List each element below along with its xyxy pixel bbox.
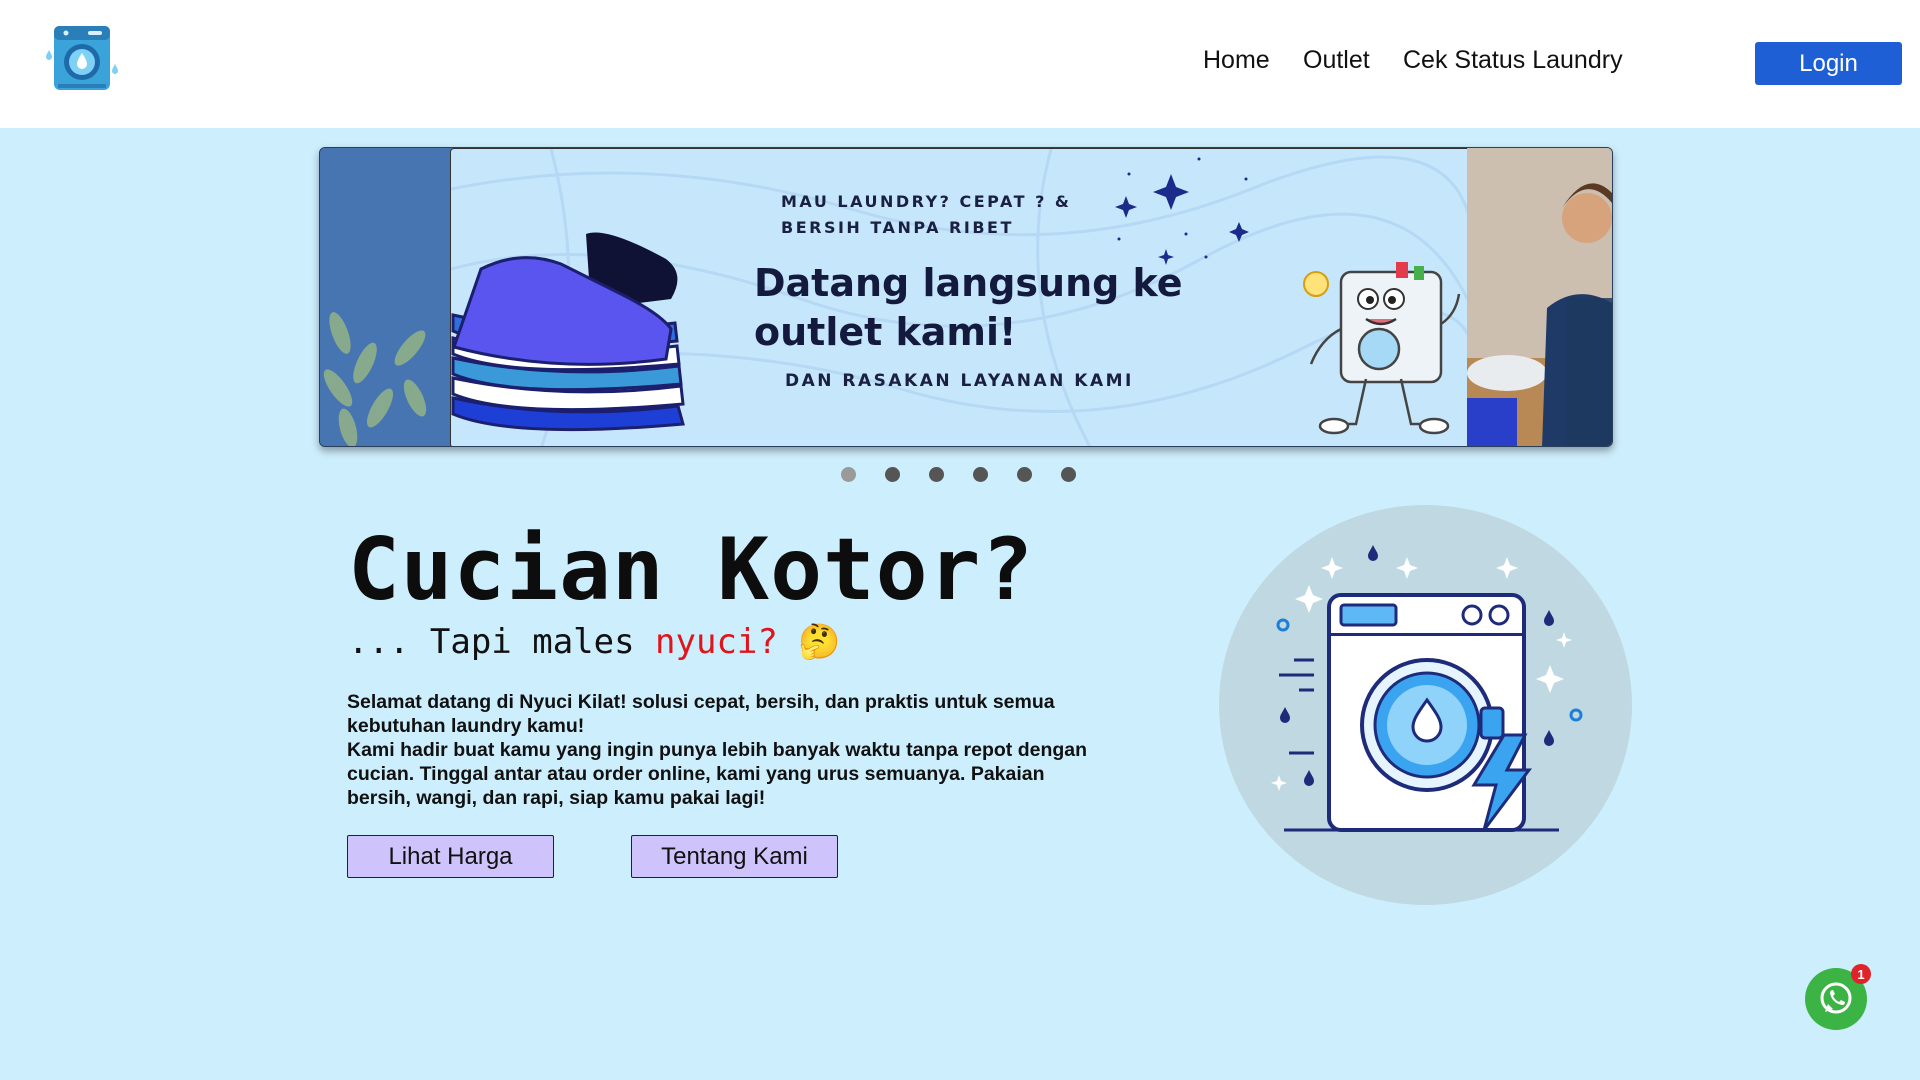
hero-description-paragraph-1: Selamat datang di Nyuci Kilat! solusi ce… — [347, 691, 1055, 737]
banner-carousel[interactable]: MAU LAUNDRY? CEPAT ? & BERSIH TANPA RIBE… — [319, 147, 1613, 447]
nav-outlet[interactable]: Outlet — [1303, 46, 1370, 75]
hero-subtitle-accent: nyuci? — [655, 622, 778, 662]
carousel-indicators — [841, 467, 1076, 482]
whatsapp-icon — [1820, 982, 1852, 1014]
carousel-active-slide[interactable]: MAU LAUNDRY? CEPAT ? & BERSIH TANPA RIBE… — [450, 148, 1471, 446]
hero-subtitle-prefix: ... Tapi males — [348, 622, 656, 662]
carousel-prev-slide-peek — [320, 148, 450, 446]
hero-illustration — [1219, 505, 1632, 905]
carousel-dot-4[interactable] — [973, 467, 988, 482]
lihat-harga-button[interactable]: Lihat Harga — [347, 835, 554, 878]
notification-badge: 1 — [1851, 964, 1871, 984]
banner-kicker: MAU LAUNDRY? CEPAT ? & BERSIH TANPA RIBE… — [781, 189, 1071, 241]
carousel-next-slide-peek — [1467, 148, 1612, 446]
carousel-dot-3[interactable] — [929, 467, 944, 482]
hero-description: Selamat datang di Nyuci Kilat! solusi ce… — [347, 690, 1107, 810]
carousel-dot-2[interactable] — [885, 467, 900, 482]
carousel-dot-5[interactable] — [1017, 467, 1032, 482]
banner-subtitle: DAN RASAKAN LAYANAN KAMI — [785, 371, 1134, 391]
banner-kicker-line-2: BERSIH TANPA RIBET — [781, 218, 1014, 237]
banner-kicker-line-1: MAU LAUNDRY? CEPAT ? & — [781, 192, 1072, 211]
washing-machine-lightning-icon — [1271, 545, 1583, 832]
hero-subtitle: ... Tapi males nyuci? 🤔 — [348, 622, 841, 662]
banner-title-line-1: Datang langsung ke — [754, 261, 1183, 305]
banner-title: Datang langsung ke outlet kami! — [754, 259, 1183, 357]
carousel-dot-6[interactable] — [1061, 467, 1076, 482]
hero-title: Cucian Kotor? — [348, 520, 1035, 620]
sparkle-decoration — [1115, 157, 1249, 265]
folded-clothes-illustration — [451, 232, 685, 432]
login-button[interactable]: Login — [1755, 42, 1902, 85]
nav-cek-status-laundry[interactable]: Cek Status Laundry — [1403, 46, 1623, 75]
hero-description-paragraph-2: Kami hadir buat kamu yang ingin punya le… — [347, 739, 1088, 809]
banner-title-line-2: outlet kami! — [754, 310, 1017, 354]
top-navbar: Home Outlet Cek Status Laundry Login — [0, 0, 1920, 128]
thinking-face-icon: 🤔 — [798, 622, 841, 662]
washing-machine-mascot-illustration — [1303, 262, 1461, 435]
tentang-kami-button[interactable]: Tentang Kami — [631, 835, 838, 878]
washing-machine-logo-icon[interactable] — [44, 20, 120, 96]
nav-home[interactable]: Home — [1203, 46, 1270, 75]
carousel-dot-1[interactable] — [841, 467, 856, 482]
